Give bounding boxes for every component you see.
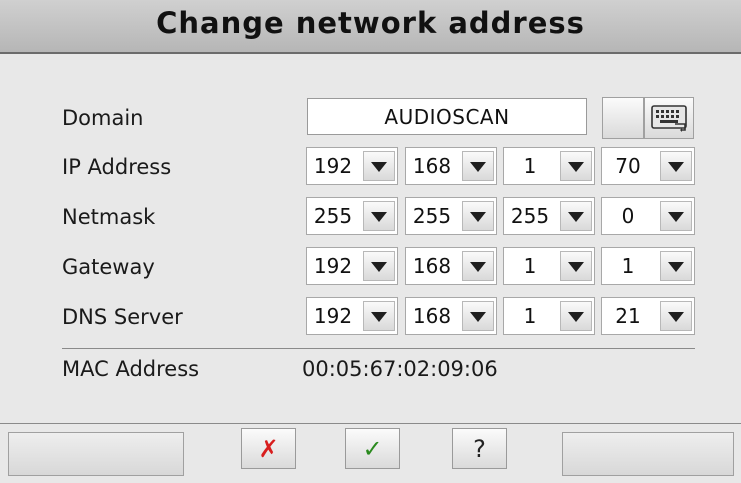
cancel-icon: ✗ [258, 435, 279, 463]
ip-octet-4[interactable]: 70 [601, 147, 695, 185]
triangle-down-icon [568, 212, 584, 222]
triangle-down-icon [470, 262, 486, 272]
octet-value: 1 [621, 254, 635, 278]
octet-value: 255 [412, 204, 452, 228]
netmask-label: Netmask [62, 205, 156, 229]
octet-dropdown-button[interactable] [660, 201, 692, 231]
triangle-down-icon [668, 312, 684, 322]
octet-value: 168 [412, 254, 452, 278]
netmask-octet-1[interactable]: 255 [306, 197, 398, 235]
octet-value: 1 [523, 304, 537, 328]
triangle-down-icon [371, 162, 387, 172]
triangle-down-icon [668, 162, 684, 172]
domain-label: Domain [62, 106, 144, 130]
divider [62, 348, 695, 349]
octet-dropdown-button[interactable] [560, 201, 592, 231]
octet-dropdown-button[interactable] [560, 251, 592, 281]
octet-dropdown-button[interactable] [660, 251, 692, 281]
octet-value: 255 [510, 204, 550, 228]
triangle-down-icon [371, 312, 387, 322]
gateway-octet-4[interactable]: 1 [601, 247, 695, 285]
octet-dropdown-button[interactable] [462, 301, 494, 331]
title-bar: Change network address [0, 0, 741, 54]
octet-dropdown-button[interactable] [363, 201, 395, 231]
octet-value: 255 [313, 204, 353, 228]
triangle-down-icon [371, 212, 387, 222]
dialog-title: Change network address [156, 6, 585, 40]
ip-octet-3[interactable]: 1 [503, 147, 595, 185]
dns-octet-4[interactable]: 21 [601, 297, 695, 335]
netmask-octet-2[interactable]: 255 [405, 197, 497, 235]
octet-value: 1 [523, 254, 537, 278]
ip-octet-1[interactable]: 192 [306, 147, 398, 185]
octet-dropdown-button[interactable] [363, 251, 395, 281]
domain-field[interactable]: AUDIOSCAN [307, 98, 587, 135]
dns-octet-3[interactable]: 1 [503, 297, 595, 335]
octet-value: 1 [523, 154, 537, 178]
checkmark-icon: ✓ [362, 435, 383, 463]
triangle-down-icon [470, 162, 486, 172]
octet-dropdown-button[interactable] [462, 151, 494, 181]
triangle-down-icon [568, 312, 584, 322]
octet-value: 192 [313, 254, 353, 278]
blank-button[interactable] [602, 97, 644, 139]
triangle-down-icon [371, 262, 387, 272]
ip-octet-2[interactable]: 168 [405, 147, 497, 185]
cancel-button[interactable]: ✗ [241, 428, 296, 469]
triangle-down-icon [568, 262, 584, 272]
triangle-down-icon [470, 312, 486, 322]
dns-server-label: DNS Server [62, 305, 183, 329]
bottom-strip-right [562, 432, 734, 476]
octet-value: 168 [412, 154, 452, 178]
help-button[interactable]: ? [452, 428, 507, 469]
octet-dropdown-button[interactable] [363, 301, 395, 331]
netmask-octet-3[interactable]: 255 [503, 197, 595, 235]
gateway-octet-2[interactable]: 168 [405, 247, 497, 285]
bottom-strip-left [8, 432, 184, 476]
octet-dropdown-button[interactable] [560, 301, 592, 331]
octet-dropdown-button[interactable] [660, 301, 692, 331]
mac-address-label: MAC Address [62, 357, 200, 381]
octet-value: 192 [313, 154, 353, 178]
octet-value: 70 [615, 154, 641, 178]
dns-octet-2[interactable]: 168 [405, 297, 497, 335]
mac-address-value: 00:05:67:02:09:06 [302, 357, 498, 381]
netmask-octet-4[interactable]: 0 [601, 197, 695, 235]
octet-value: 21 [615, 304, 641, 328]
triangle-down-icon [470, 212, 486, 222]
triangle-down-icon [568, 162, 584, 172]
keyboard-button[interactable] [644, 97, 694, 139]
network-dialog: Change network address Domain AUDIOSCAN … [0, 0, 741, 483]
octet-value: 192 [313, 304, 353, 328]
octet-dropdown-button[interactable] [462, 251, 494, 281]
octet-dropdown-button[interactable] [660, 151, 692, 181]
dns-octet-1[interactable]: 192 [306, 297, 398, 335]
ip-address-label: IP Address [62, 155, 172, 179]
keyboard-icon [651, 105, 687, 132]
triangle-down-icon [668, 262, 684, 272]
octet-value: 0 [621, 204, 635, 228]
gateway-label: Gateway [62, 255, 155, 279]
gateway-octet-1[interactable]: 192 [306, 247, 398, 285]
octet-dropdown-button[interactable] [560, 151, 592, 181]
gateway-octet-3[interactable]: 1 [503, 247, 595, 285]
ok-button[interactable]: ✓ [345, 428, 400, 469]
triangle-down-icon [668, 212, 684, 222]
domain-value: AUDIOSCAN [384, 105, 510, 129]
octet-dropdown-button[interactable] [462, 201, 494, 231]
octet-value: 168 [412, 304, 452, 328]
help-icon: ? [473, 435, 486, 463]
octet-dropdown-button[interactable] [363, 151, 395, 181]
